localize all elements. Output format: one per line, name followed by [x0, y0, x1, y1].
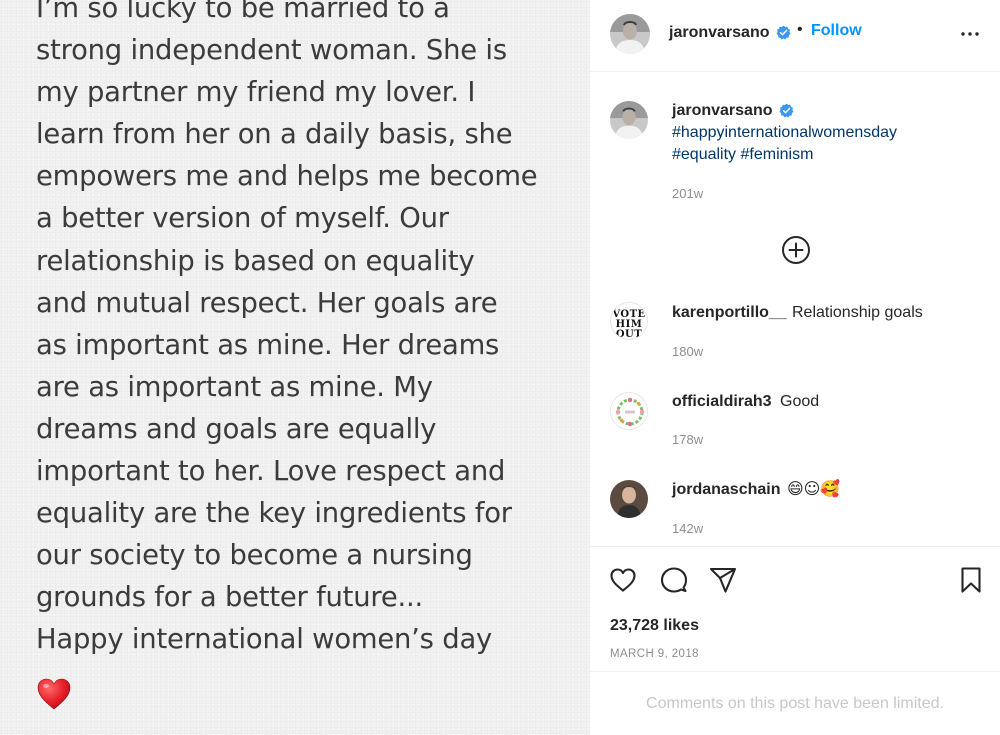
- likes-count[interactable]: 23,728 likes: [610, 617, 699, 635]
- comment-text: Relationship goals: [792, 304, 923, 321]
- add-circle-icon[interactable]: [781, 235, 811, 265]
- post-text-line: empowers me and helps me become: [36, 161, 538, 193]
- commenter-avatar[interactable]: [610, 480, 648, 518]
- post-text-line: learn from her on a daily basis, she: [36, 119, 513, 151]
- post-text-line: dreams and goals are equally: [36, 413, 437, 445]
- commenter-avatar[interactable]: [610, 392, 648, 430]
- post-text-line: as important as mine. Her dreams: [36, 329, 500, 361]
- comments-limited-bar: Comments on this post have been limited.: [590, 671, 1000, 735]
- comment-bubble-icon[interactable]: [659, 565, 689, 595]
- bookmark-icon[interactable]: [956, 565, 986, 595]
- comment-emoji-text: 😄☺🥰: [787, 479, 841, 498]
- author-username[interactable]: jaronvarsano: [669, 24, 769, 42]
- commenter-username[interactable]: officialdirah3: [672, 393, 772, 411]
- floral-wreath-avatar-image: [615, 397, 645, 427]
- post-text-line: strong independent woman. She is: [36, 35, 507, 67]
- commenter-username[interactable]: karenportillo__: [672, 304, 787, 322]
- post-text-line: Happy international women’s day: [36, 624, 493, 656]
- hashtag-link[interactable]: #equality #feminism: [672, 144, 897, 166]
- post-image-text: I’m so lucky to be married to a strong i…: [36, 0, 576, 662]
- post-header: jaronvarsano • Follow: [590, 0, 1000, 72]
- post-text-line: important to her. Love respect and: [36, 456, 506, 488]
- comment-timestamp[interactable]: 180w: [672, 344, 703, 359]
- post-details-panel: jaronvarsano • Follow jaronvarsano #happ…: [590, 0, 1000, 735]
- post-text-line: and mutual respect. Her goals are: [36, 287, 498, 319]
- author-avatar[interactable]: [610, 14, 650, 54]
- post-text-line: relationship is based on equality: [36, 245, 475, 277]
- commenter-photo: [610, 480, 648, 518]
- post-text-line: a better version of myself. Our: [36, 203, 449, 235]
- paper-plane-icon[interactable]: [708, 565, 738, 595]
- verified-badge-icon: [779, 103, 794, 118]
- comment-timestamp[interactable]: 142w: [672, 521, 703, 536]
- red-heart-emoji-icon: [37, 678, 71, 710]
- post-date[interactable]: MARCH 9, 2018: [610, 648, 699, 660]
- caption-hashtags[interactable]: #happyinternationalwomensday #equality #…: [672, 122, 897, 166]
- caption-timestamp[interactable]: 201w: [672, 186, 703, 201]
- hashtag-link[interactable]: #happyinternationalwomensday: [672, 122, 897, 144]
- verified-badge-icon: [776, 25, 791, 40]
- heart-outline-icon[interactable]: [608, 565, 638, 595]
- comment-text: Good: [780, 393, 820, 410]
- comments-limited-text: Comments on this post have been limited.: [646, 695, 944, 712]
- post-text-line: I’m so lucky to be married to a: [36, 0, 450, 24]
- post-text-line: our society to become a nursing: [36, 540, 473, 572]
- post-text-line: my partner my friend my lover. I: [36, 77, 476, 109]
- caption-username[interactable]: jaronvarsano: [672, 102, 772, 120]
- post-actions: 23,728 likes MARCH 9, 2018 Comments on t…: [590, 546, 1000, 735]
- post-text-line: equality are the key ingredients for: [36, 498, 512, 530]
- follow-button[interactable]: Follow: [811, 22, 862, 40]
- comments-list[interactable]: jaronvarsano #happyinternationalwomensda…: [590, 73, 1000, 545]
- header-separator: •: [797, 21, 803, 38]
- commenter-username[interactable]: jordanaschain: [672, 481, 780, 499]
- commenter-avatar[interactable]: VOTE HIM OUT: [610, 302, 648, 340]
- avatar-vote-text: VOTE HIM OUT: [612, 309, 646, 340]
- author-avatar-image: [610, 101, 648, 139]
- comment-timestamp[interactable]: 178w: [672, 432, 703, 447]
- post-image[interactable]: I’m so lucky to be married to a strong i…: [0, 0, 590, 735]
- more-options-icon[interactable]: [958, 22, 982, 46]
- caption-avatar[interactable]: [610, 101, 648, 139]
- author-avatar-image: [610, 14, 650, 54]
- post-text-line: are as important as mine. My: [36, 371, 433, 403]
- post-text-line: grounds for a better future...: [36, 582, 424, 614]
